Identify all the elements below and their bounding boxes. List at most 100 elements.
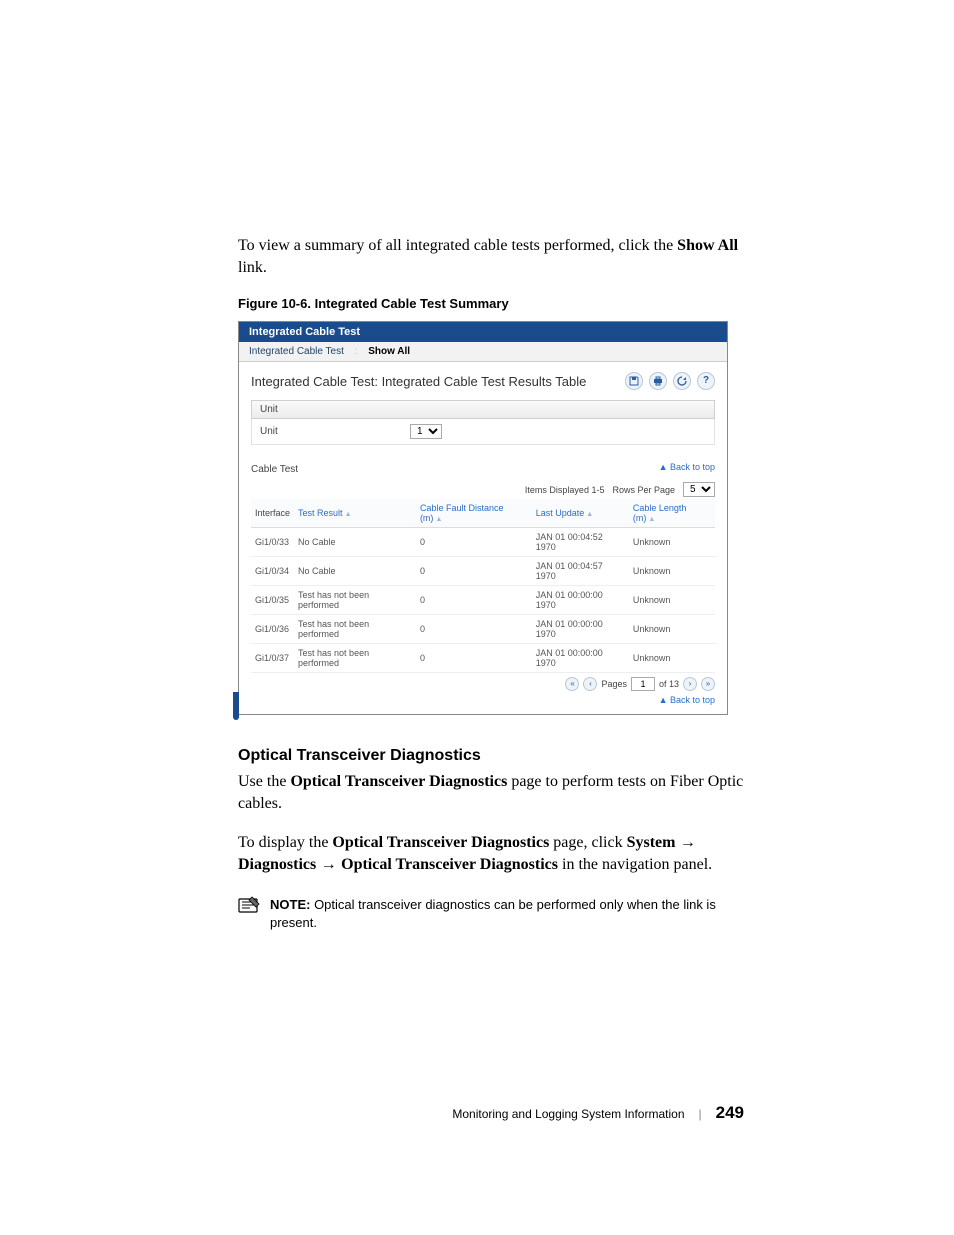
col-test-result-label: Test Result: [298, 508, 343, 518]
col-fault-distance[interactable]: Cable Fault Distance (m)▲: [416, 499, 532, 528]
cell-dist: 0: [416, 557, 532, 586]
intro-paragraph: To view a summary of all integrated cabl…: [238, 235, 744, 278]
unit-label: Unit: [260, 426, 410, 437]
panel-title-row: Integrated Cable Test: Integrated Cable …: [251, 372, 715, 390]
cell-result: Test has not been performed: [294, 644, 416, 673]
cell-dist: 0: [416, 644, 532, 673]
note-label: NOTE:: [270, 897, 310, 912]
cell-length: Unknown: [629, 557, 715, 586]
refresh-icon[interactable]: [673, 372, 691, 390]
window-tab-title: Integrated Cable Test: [239, 322, 727, 342]
cell-length: Unknown: [629, 615, 715, 644]
rows-per-page-select[interactable]: 5: [683, 482, 715, 497]
table-row: Gi1/0/37 Test has not been performed 0 J…: [251, 644, 715, 673]
items-displayed: Items Displayed 1-5: [525, 485, 605, 495]
unit-field-row: Unit 1: [251, 419, 715, 445]
cell-interface: Gi1/0/33: [251, 528, 294, 557]
p3-p2: page, click: [549, 834, 626, 851]
footer-page-number: 249: [716, 1103, 744, 1123]
cell-dist: 0: [416, 615, 532, 644]
results-tbody: Gi1/0/33 No Cable 0 JAN 01 00:04:52 1970…: [251, 528, 715, 673]
cell-length: Unknown: [629, 528, 715, 557]
cell-result: Test has not been performed: [294, 586, 416, 615]
p3-b2: System: [627, 834, 676, 851]
sort-icon: ▲: [648, 516, 655, 523]
screenshot-frame: Integrated Cable Test Integrated Cable T…: [238, 321, 728, 715]
p2-bold: Optical Transceiver Diagnostics: [290, 773, 507, 790]
unit-select[interactable]: 1: [410, 424, 442, 439]
panel-title: Integrated Cable Test: Integrated Cable …: [251, 374, 586, 389]
print-icon[interactable]: [649, 372, 667, 390]
cell-interface: Gi1/0/35: [251, 586, 294, 615]
note-block: NOTE: Optical transceiver diagnostics ca…: [238, 896, 744, 932]
table-header-row: Interface Test Result▲ Cable Fault Dista…: [251, 499, 715, 528]
col-interface[interactable]: Interface: [251, 499, 294, 528]
results-table: Interface Test Result▲ Cable Fault Dista…: [251, 499, 715, 673]
p3-arrow1: →: [675, 834, 695, 851]
pager-last-button[interactable]: »: [701, 677, 715, 691]
sort-icon: ▲: [586, 511, 593, 518]
p3-b3: Diagnostics: [238, 856, 316, 873]
page-footer: Monitoring and Logging System Informatio…: [238, 1103, 744, 1123]
col-last-update-label: Last Update: [536, 508, 585, 518]
pager-prev-button[interactable]: ‹: [583, 677, 597, 691]
section-heading: Optical Transceiver Diagnostics: [238, 747, 744, 765]
note-body: Optical transceiver diagnostics can be p…: [270, 897, 716, 930]
pager-current-input[interactable]: [631, 677, 655, 691]
screenshot-body: Integrated Cable Test: Integrated Cable …: [239, 362, 727, 714]
toolbar-icons: ?: [625, 372, 715, 390]
col-cable-length[interactable]: Cable Length (m)▲: [629, 499, 715, 528]
cell-result: Test has not been performed: [294, 615, 416, 644]
optical-para-1: Use the Optical Transceiver Diagnostics …: [238, 771, 744, 814]
cell-length: Unknown: [629, 644, 715, 673]
back-to-top-link-1[interactable]: ▲ Back to top: [659, 462, 715, 472]
p3-p3: in the navigation panel.: [558, 856, 712, 873]
cell-update: JAN 01 00:00:00 1970: [532, 644, 629, 673]
p3-b1: Optical Transceiver Diagnostics: [332, 834, 549, 851]
cell-interface: Gi1/0/36: [251, 615, 294, 644]
figure-caption: Figure 10-6. Integrated Cable Test Summa…: [238, 296, 744, 311]
cell-result: No Cable: [294, 557, 416, 586]
pager-next-button[interactable]: ›: [683, 677, 697, 691]
back-to-top-row-2: ▲ Back to top: [251, 695, 715, 706]
table-row: Gi1/0/33 No Cable 0 JAN 01 00:04:52 1970…: [251, 528, 715, 557]
subtab-separator: :: [355, 346, 358, 357]
intro-bold: Show All: [677, 237, 738, 254]
col-test-result[interactable]: Test Result▲: [294, 499, 416, 528]
note-icon: [238, 896, 260, 914]
col-interface-label: Interface: [255, 508, 290, 518]
save-icon[interactable]: [625, 372, 643, 390]
cable-test-section-row: Cable Test ▲ Back to top: [251, 455, 715, 478]
document-page: To view a summary of all integrated cabl…: [0, 0, 954, 1235]
pager: « ‹ Pages of 13 › »: [251, 677, 715, 691]
help-icon[interactable]: ?: [697, 372, 715, 390]
back-to-top-link-2[interactable]: ▲ Back to top: [659, 695, 715, 705]
unit-section-header: Unit: [251, 400, 715, 419]
screenshot-corner-accent: [233, 692, 239, 720]
table-row: Gi1/0/36 Test has not been performed 0 J…: [251, 615, 715, 644]
pager-pages-label: Pages: [601, 679, 627, 689]
footer-divider: |: [699, 1107, 702, 1121]
cell-update: JAN 01 00:00:00 1970: [532, 586, 629, 615]
note-text: NOTE: Optical transceiver diagnostics ca…: [270, 896, 744, 932]
cell-dist: 0: [416, 528, 532, 557]
breadcrumb: Integrated Cable Test : Show All: [239, 342, 727, 362]
p3-b4: Optical Transceiver Diagnostics: [341, 856, 558, 873]
p3-arrow2: →: [316, 856, 341, 873]
p3-p1: To display the: [238, 834, 332, 851]
col-last-update[interactable]: Last Update▲: [532, 499, 629, 528]
pager-of-total: of 13: [659, 679, 679, 689]
cell-update: JAN 01 00:04:57 1970: [532, 557, 629, 586]
cell-length: Unknown: [629, 586, 715, 615]
table-row: Gi1/0/35 Test has not been performed 0 J…: [251, 586, 715, 615]
footer-section: Monitoring and Logging System Informatio…: [452, 1107, 684, 1121]
rows-per-page-label: Rows Per Page: [612, 485, 675, 495]
subtab-integrated[interactable]: Integrated Cable Test: [249, 346, 344, 357]
intro-post: link.: [238, 259, 267, 276]
cable-test-section-header: Cable Test: [251, 461, 659, 478]
col-fault-distance-label: Cable Fault Distance (m): [420, 503, 504, 523]
pager-first-button[interactable]: «: [565, 677, 579, 691]
sort-icon: ▲: [345, 511, 352, 518]
subtab-showall[interactable]: Show All: [368, 346, 410, 357]
sort-icon: ▲: [435, 516, 442, 523]
